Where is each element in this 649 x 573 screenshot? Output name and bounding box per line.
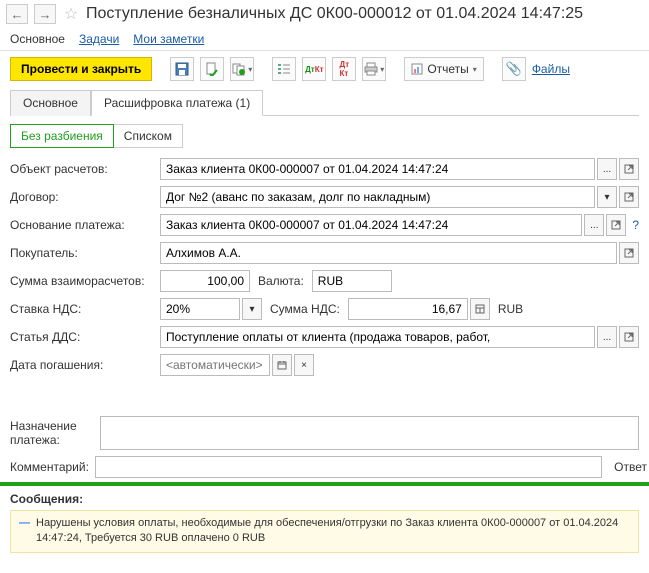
message-dash-icon: — — [19, 516, 30, 547]
object-open-button[interactable] — [619, 158, 639, 180]
contract-input[interactable] — [160, 186, 595, 208]
document-check-icon — [205, 62, 219, 76]
buyer-label: Покупатель: — [10, 246, 160, 260]
purpose-textarea[interactable] — [100, 416, 639, 450]
open-icon — [624, 248, 634, 258]
tab-decode[interactable]: Расшифровка платежа (1) — [91, 90, 263, 116]
buyer-input[interactable] — [160, 242, 617, 264]
pay-date-calendar-button[interactable] — [272, 354, 292, 376]
forward-button[interactable]: → — [34, 4, 56, 24]
post-button[interactable] — [200, 57, 224, 81]
paperclip-icon: 📎 — [506, 61, 522, 77]
vat-sum-input[interactable] — [348, 298, 468, 320]
files-link[interactable]: Файлы — [532, 62, 570, 76]
contract-dropdown-button[interactable]: ▾ — [597, 186, 617, 208]
page-title: Поступление безналичных ДС 0К00-000012 о… — [86, 5, 583, 23]
message-text: Нарушены условия оплаты, необходимые для… — [36, 516, 630, 547]
messages-title: Сообщения: — [10, 492, 639, 506]
object-input[interactable] — [160, 158, 595, 180]
dtcr-icon: ДтКт — [305, 65, 323, 74]
save-button[interactable] — [170, 57, 194, 81]
sum-label: Сумма взаиморасчетов: — [10, 274, 160, 288]
subnav-notes[interactable]: Мои заметки — [133, 32, 204, 46]
calendar-icon — [277, 360, 287, 370]
basis-input[interactable] — [160, 214, 582, 236]
subnav-main[interactable]: Основное — [10, 32, 65, 46]
buyer-open-button[interactable] — [619, 242, 639, 264]
object-select-button[interactable]: ... — [597, 158, 617, 180]
create-based-on-button[interactable] — [230, 57, 254, 81]
vat-sum-label: Сумма НДС: — [270, 302, 340, 316]
object-label: Объект расчетов: — [10, 162, 160, 176]
print-icon — [364, 62, 378, 76]
basis-select-button[interactable]: ... — [584, 214, 604, 236]
post-and-close-button[interactable]: Провести и закрыть — [10, 57, 152, 81]
basis-label: Основание платежа: — [10, 218, 160, 232]
tab-main[interactable]: Основное — [10, 90, 91, 116]
vat-currency-label: RUB — [498, 302, 523, 316]
dtkt-alt-button[interactable]: ДтКт — [332, 57, 356, 81]
structure-button[interactable] — [272, 57, 296, 81]
dtkt-alt-icon: ДтКт — [340, 60, 350, 78]
favorite-star-icon[interactable]: ☆ — [62, 5, 80, 23]
basis-help-icon[interactable]: ? — [632, 218, 639, 232]
comment-input[interactable] — [95, 456, 602, 478]
vat-rate-input[interactable] — [160, 298, 240, 320]
vat-rate-dropdown-button[interactable]: ▾ — [242, 298, 262, 320]
dds-label: Статья ДДС: — [10, 330, 160, 344]
sum-input[interactable] — [160, 270, 250, 292]
reports-button[interactable]: Отчеты ▾ — [404, 57, 484, 81]
subtab-list[interactable]: Списком — [113, 124, 183, 148]
pay-date-label: Дата погашения: — [10, 358, 160, 372]
comment-label: Комментарий: — [10, 460, 89, 474]
message-item[interactable]: — Нарушены условия оплаты, необходимые д… — [10, 510, 639, 553]
purpose-label: Назначение платежа: — [10, 416, 100, 450]
subtab-no-split[interactable]: Без разбиения — [10, 124, 114, 148]
subnav-tasks[interactable]: Задачи — [79, 32, 119, 46]
basis-open-button[interactable] — [606, 214, 626, 236]
attach-button[interactable]: 📎 — [502, 57, 526, 81]
back-button[interactable]: ← — [6, 4, 28, 24]
floppy-icon — [175, 62, 189, 76]
report-icon — [411, 63, 423, 75]
print-button[interactable] — [362, 57, 386, 81]
docs-icon — [232, 62, 246, 76]
currency-label: Валюта: — [258, 274, 304, 288]
vat-rate-label: Ставка НДС: — [10, 302, 160, 316]
pay-date-input[interactable] — [160, 354, 270, 376]
responsible-label: Ответ — [614, 460, 647, 474]
dtcr-button[interactable]: ДтКт — [302, 57, 326, 81]
vat-sum-calc-button[interactable] — [470, 298, 490, 320]
currency-input[interactable] — [312, 270, 392, 292]
open-icon — [624, 164, 634, 174]
dds-input[interactable] — [160, 326, 595, 348]
pay-date-clear-button[interactable]: × — [294, 354, 314, 376]
contract-label: Договор: — [10, 190, 160, 204]
contract-open-button[interactable] — [619, 186, 639, 208]
open-icon — [624, 192, 634, 202]
tree-icon — [277, 62, 291, 76]
open-icon — [624, 332, 634, 342]
calculator-icon — [475, 304, 485, 314]
open-icon — [611, 220, 621, 230]
dds-select-button[interactable]: ... — [597, 326, 617, 348]
dds-open-button[interactable] — [619, 326, 639, 348]
